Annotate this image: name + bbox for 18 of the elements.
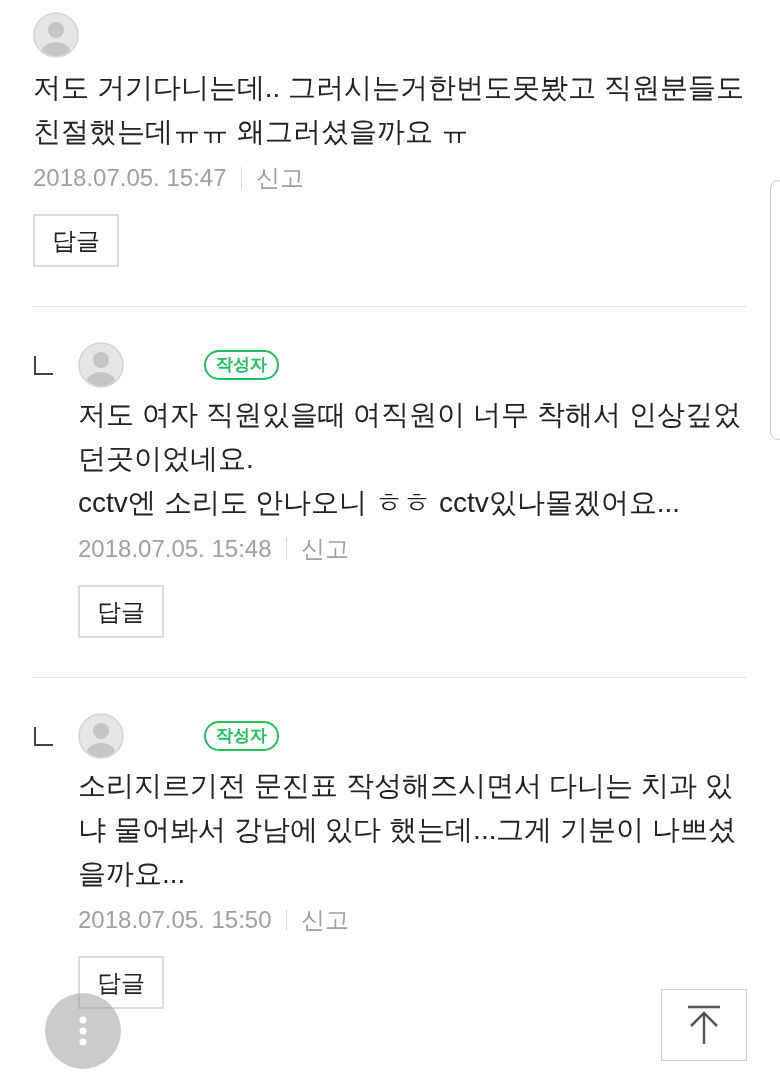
comment-date: 2018.07.05. 15:48 — [78, 534, 272, 564]
reply-indent-icon — [33, 356, 53, 376]
avatar-icon — [33, 12, 79, 58]
author-badge: 작성자 — [204, 350, 279, 380]
reply-button[interactable]: 답글 — [33, 214, 119, 267]
reply-indent-icon — [33, 727, 53, 747]
scroll-top-button[interactable] — [661, 989, 747, 1061]
comment-text: 소리지르기전 문진표 작성해즈시면서 다니는 치과 있냐 물어봐서 강남에 있다 했는데...그게 기분이 나쁘셨을까요... — [78, 769, 737, 891]
comment-text: 저도 여자 직원있을때 여직원이 너무 착해서 인상깊었던곳이었네요. cctv엔 소리도 안나오니 ㅎㅎ cctv있나몰겠어요... — [78, 398, 742, 520]
more-icon — [79, 1016, 87, 1046]
reply-button[interactable]: 답글 — [78, 585, 164, 638]
avatar-icon — [78, 713, 124, 759]
author-badge: 작성자 — [204, 721, 279, 751]
reply-button[interactable]: 답글 — [78, 956, 164, 1009]
avatar-icon — [78, 342, 124, 388]
comment-date: 2018.07.05. 15:47 — [33, 163, 227, 193]
comment-date: 2018.07.05. 15:50 — [78, 905, 272, 935]
comment-text: 저도 거기다니는데.. 그러시는거한번도못봤고 직원분들도 친절했는데ㅠㅠ 왜그러셨을까요 ㅠ — [33, 71, 745, 149]
